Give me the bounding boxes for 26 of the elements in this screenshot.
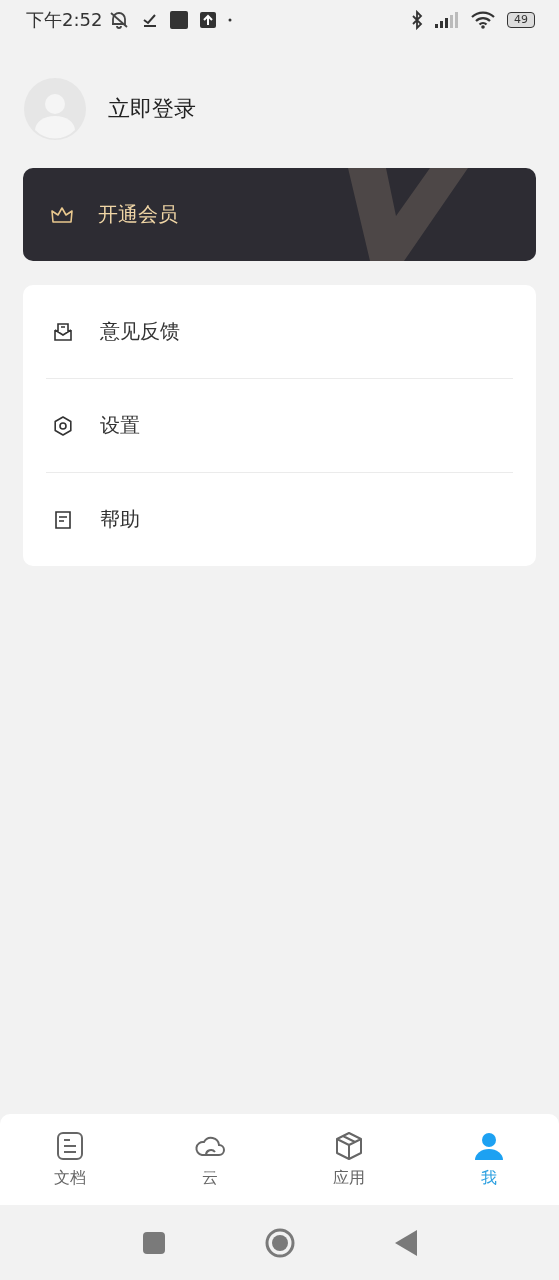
tab[interactable]: 云 <box>139 1114 280 1205</box>
square-icon <box>170 11 189 29</box>
vip-label: 开通会员 <box>98 201 178 228</box>
tab[interactable]: 文档 <box>0 1114 140 1205</box>
upload-icon <box>200 12 217 28</box>
bluetooth-icon <box>411 10 423 30</box>
crown-icon <box>50 204 74 225</box>
wifi-icon <box>471 11 495 29</box>
tab[interactable]: 应用 <box>279 1114 420 1205</box>
menu-item[interactable]: 帮助 <box>46 473 513 566</box>
battery-level: 49 <box>507 12 535 28</box>
vip-banner[interactable]: 开通会员 <box>23 168 536 261</box>
download-done-icon <box>142 12 159 28</box>
settings-icon <box>52 414 74 437</box>
home-icon[interactable] <box>264 1227 295 1258</box>
person-icon <box>473 1130 506 1162</box>
dot-icon <box>228 18 233 22</box>
mail-icon <box>52 320 74 343</box>
signal-icon <box>435 12 459 28</box>
back-icon[interactable] <box>394 1229 417 1256</box>
menu-item[interactable]: 设置 <box>46 379 513 472</box>
login-link[interactable]: 立即登录 <box>108 94 196 124</box>
menu-item[interactable]: 意见反馈 <box>46 285 513 378</box>
document-icon <box>52 508 74 531</box>
recents-icon[interactable] <box>142 1231 165 1254</box>
status-time: 下午2:52 <box>26 8 103 32</box>
